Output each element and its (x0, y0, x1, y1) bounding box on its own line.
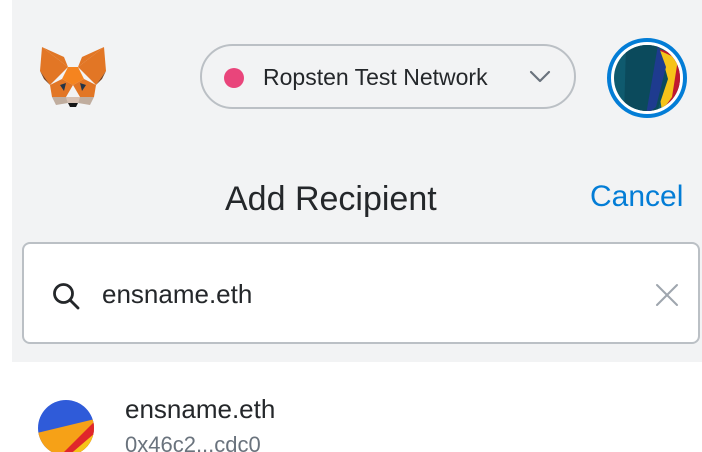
search-icon (53, 283, 80, 310)
network-label: Ropsten Test Network (263, 64, 488, 90)
network-selector[interactable]: Ropsten Test Network (200, 44, 576, 109)
recipient-address: 0x46c2...cdc0 (125, 432, 261, 452)
chevron-down-icon (529, 70, 551, 83)
page-title: Add Recipient (225, 180, 437, 218)
metamask-fox-icon[interactable] (38, 45, 108, 109)
network-status-dot (224, 68, 244, 88)
recipient-result-row[interactable]: ensname.eth 0x46c2...cdc0 (0, 362, 702, 452)
account-avatar[interactable] (606, 37, 688, 119)
close-icon[interactable] (654, 282, 680, 308)
recipient-search-field[interactable] (22, 242, 700, 344)
cancel-button[interactable]: Cancel (590, 180, 683, 214)
identicon-avatar (38, 400, 94, 452)
recipient-name: ensname.eth (125, 394, 276, 424)
recipient-search-input[interactable] (102, 274, 622, 314)
